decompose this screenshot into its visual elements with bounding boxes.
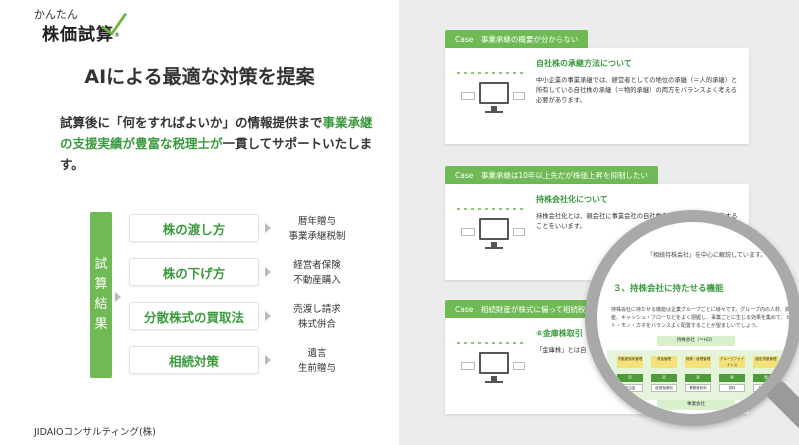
result-button-buyback[interactable]: 分散株式の買取法 <box>129 302 259 330</box>
org-num: ① <box>617 374 643 382</box>
case-text: 中小企業の事業承継では、経営者としての地位の承継（＝人的承継）と所有している自社… <box>536 77 738 104</box>
desc-line: 売渡し請求 <box>293 304 341 315</box>
right-panel: Case 事業承継の概要が分からない 自社株の承継方法について 中小企業の事業承… <box>399 0 799 445</box>
org-bottom: 事業会社 <box>657 400 735 410</box>
computer-illustration-icon <box>457 70 525 116</box>
result-item: 株の渡し方 暦年贈与 事業承継税制 <box>129 214 399 258</box>
side-char: 試 <box>94 257 108 272</box>
arrow-right-icon <box>265 355 271 365</box>
case-title: ⑥金庫株取引 <box>536 329 583 338</box>
lens-text: 「相続持株会社」を中心に解説しています。 <box>647 252 767 259</box>
desc-line: 事業承継税制 <box>288 231 346 242</box>
result-item: 相続対策 遺言 生前贈与 <box>129 346 399 390</box>
arrow-right-icon <box>265 267 271 277</box>
desc-line: 生前贈与 <box>297 363 336 374</box>
arrow-right-icon <box>115 292 121 302</box>
page-title: AIによる最適な対策を提案 <box>84 66 315 88</box>
case-tag: Case 相続財産が株式に偏って相続税 <box>445 300 596 318</box>
org-num: ③ <box>685 374 711 382</box>
side-char: 結 <box>94 297 108 312</box>
desc-line: 遺言 <box>307 348 327 359</box>
result-desc: 遺言 生前贈与 <box>277 346 357 376</box>
desc-line: 株式併合 <box>297 319 336 330</box>
org-flow: 経営指導料 <box>651 384 677 392</box>
arrow-right-icon <box>265 223 271 233</box>
desc-line: 不動産購入 <box>293 275 341 286</box>
lens-heading: ３、持株会社に持たせる機能 <box>613 284 724 294</box>
lens-body: 持株会社に持たせる機能は企業グループごとに様々です。グループ内の人材、資産、キャ… <box>611 307 791 329</box>
desc-line: 暦年贈与 <box>297 216 336 227</box>
case-title: 自社株の承継方法について <box>536 59 632 68</box>
logo-registered: ® <box>114 32 120 39</box>
computer-illustration-icon <box>457 340 525 386</box>
result-button-transfer[interactable]: 株の渡し方 <box>129 214 259 242</box>
case-title: 持株会社化について <box>536 195 608 204</box>
left-panel: かんたん 株価試算 ® AIによる最適な対策を提案 試算後に「何をすればよいか」… <box>0 0 399 445</box>
case-tag: Case 事業承継の概要が分からない <box>445 30 589 48</box>
lead-part1: 試算後に「何をすればよいか」の情報提供まで <box>60 115 323 130</box>
desc-line: 経営者保険 <box>293 260 341 271</box>
result-label-box: 試 算 結 果 <box>90 212 112 378</box>
result-list: 株の渡し方 暦年贈与 事業承継税制 株の下げ方 経営者保険 不動産購入 分散株式… <box>129 214 399 390</box>
side-char: 算 <box>94 277 108 292</box>
result-button-lower[interactable]: 株の下げ方 <box>129 258 259 286</box>
side-char: 果 <box>94 317 108 332</box>
lead-text: 試算後に「何をすればよいか」の情報提供まで事業承継の支援実績が豊富な税理士が一貫… <box>60 112 380 175</box>
org-function: 財務・経理管理 <box>685 356 711 368</box>
case-body[interactable]: 自社株の承継方法について 中小企業の事業承継では、経営者としての地位の承継（＝人… <box>445 48 749 144</box>
result-button-inheritance[interactable]: 相続対策 <box>129 346 259 374</box>
computer-illustration-icon <box>457 206 525 252</box>
company-name: JIDAIOコンサルティング(株) <box>34 427 156 438</box>
org-top: 持株会社（＝HD） <box>657 336 735 346</box>
case-tag: Case 事業承継は10年以上先だが株価上昇を抑制したい <box>445 166 658 184</box>
result-item: 株の下げ方 経営者保険 不動産購入 <box>129 258 399 302</box>
result-desc: 経営者保険 不動産購入 <box>277 258 357 288</box>
org-function: グループファイナンス <box>719 356 745 368</box>
brand-logo: かんたん 株価試算 ® <box>34 6 134 46</box>
org-function: 固定資産管理 <box>753 356 779 368</box>
org-function: 不動産保有管理 <box>617 356 643 368</box>
org-chart: 持株会社（＝HD） 不動産保有管理 資金管理 財務・経理管理 グループファイナン… <box>607 336 787 412</box>
org-flow: 配当金 <box>617 384 643 392</box>
org-flow: 業務委託料 <box>685 384 711 392</box>
org-function: 資金管理 <box>651 356 677 368</box>
result-desc: 暦年贈与 事業承継税制 <box>277 214 357 244</box>
arrow-right-icon <box>265 311 271 321</box>
org-num: ⑤ <box>753 374 779 382</box>
result-item: 分散株式の買取法 売渡し請求 株式併合 <box>129 302 399 346</box>
result-desc: 売渡し請求 株式併合 <box>277 302 357 332</box>
org-num: ④ <box>719 374 745 382</box>
org-num: ② <box>651 374 677 382</box>
org-flow: 賃料 <box>719 384 745 392</box>
